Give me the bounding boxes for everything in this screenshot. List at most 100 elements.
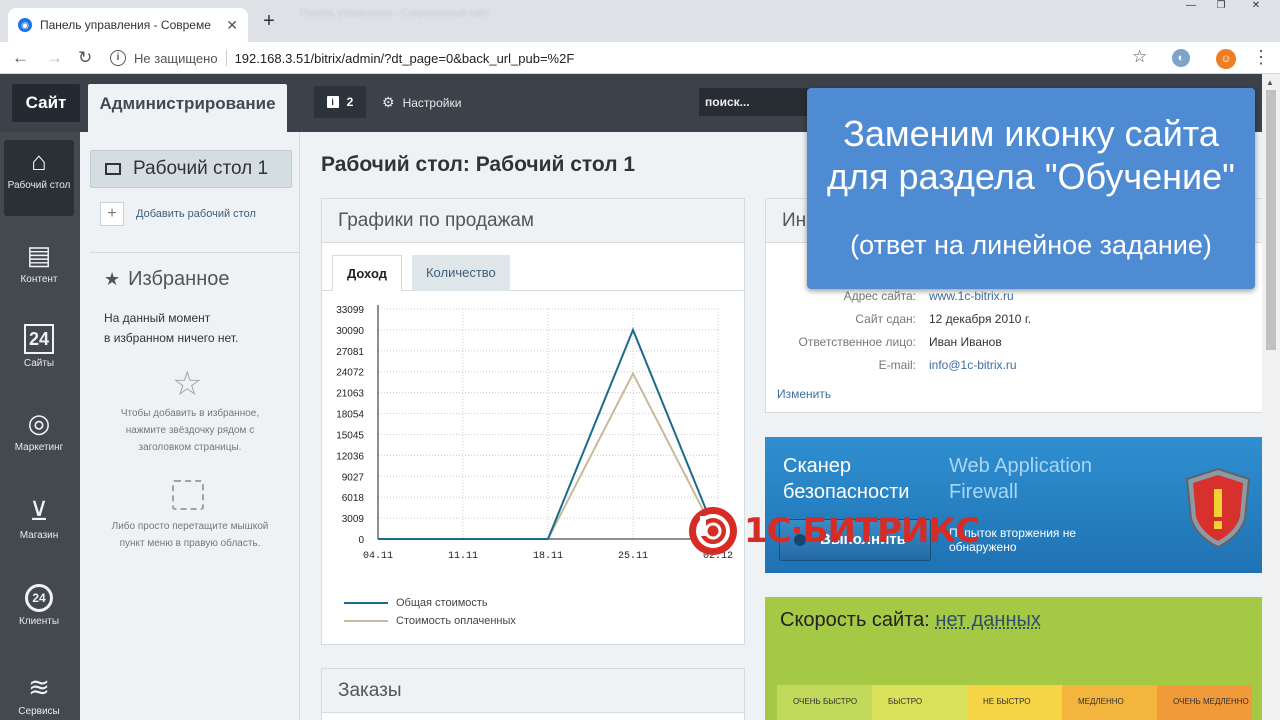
menu-item-marketing[interactable]: ◎ Маркетинг (4, 408, 74, 454)
x-tick-label: 04.11 (363, 551, 393, 562)
notifications-button[interactable]: i 2 (314, 86, 366, 118)
y-tick-label: 24072 (336, 368, 364, 379)
calendar-24-icon: 24 (24, 324, 54, 354)
waf-title-line2: Firewall (949, 481, 1018, 503)
new-tab-button[interactable]: + (256, 10, 282, 34)
x-tick-label: 18.11 (533, 551, 563, 562)
reload-icon[interactable]: ↻ (78, 48, 92, 68)
browser-menu-icon[interactable]: ⋮ (1252, 47, 1270, 68)
favorites-hint: Чтобы добавить в избранное, нажмите звёз… (120, 408, 260, 453)
menu-item-clients[interactable]: 24 Клиенты (4, 584, 74, 628)
forward-icon[interactable]: → (46, 48, 63, 68)
favorites-label: Избранное (128, 268, 230, 290)
page-title: Рабочий стол: Рабочий стол 1 (321, 153, 636, 176)
sales-widget-title: Графики по продажам (322, 199, 744, 243)
sales-chart-widget: Графики по продажам Доход Количество 0 30… (321, 198, 745, 645)
speed-value-link[interactable]: нет данных (935, 609, 1040, 631)
info-value: 12 декабря 2010 г. (929, 312, 1032, 326)
favorites-empty-line1: На данный момент (104, 311, 211, 325)
y-tick-label: 3009 (342, 514, 365, 525)
y-tick-label: 33099 (336, 305, 364, 316)
info-value: Иван Иванов (929, 335, 1002, 349)
add-desktop-label: Добавить рабочий стол (136, 208, 256, 220)
settings-button[interactable]: ⚙ Настройки (382, 94, 461, 111)
add-desktop-link[interactable]: + Добавить рабочий стол (100, 202, 256, 226)
tab-income[interactable]: Доход (332, 255, 402, 291)
y-tick-label: 21063 (336, 389, 364, 400)
y-tick-label: 15045 (336, 430, 364, 441)
info-icon[interactable]: i (110, 50, 126, 66)
scroll-up-icon[interactable]: ▲ (1266, 78, 1274, 87)
close-tab-icon[interactable]: ✕ (226, 17, 238, 34)
basket-icon: ⊻ (29, 496, 49, 526)
clients-24-icon: 24 (25, 584, 53, 612)
scale-segment: НЕ БЫСТРО (967, 685, 1062, 720)
scale-segment: БЫСТРО (872, 685, 967, 720)
scale-segment: МЕДЛЕННО (1062, 685, 1157, 720)
info-value-link[interactable]: info@1c-bitrix.ru (929, 358, 1017, 372)
legend-label: Стоимость оплаченных (396, 615, 516, 627)
menu-item-services[interactable]: ≋ Сервисы (4, 672, 74, 718)
browser-tab[interactable]: ◉ Панель управления - Совреме ✕ (8, 8, 248, 42)
y-tick-label: 0 (358, 535, 364, 546)
url-separator (225, 50, 227, 66)
x-tick-label: 25.11 (618, 551, 648, 562)
notification-icon: i (326, 96, 339, 108)
admin-button[interactable]: Администрирование (88, 84, 287, 132)
extension-icon[interactable]: ◐ (1172, 49, 1190, 67)
minimize-icon[interactable]: — (1180, 0, 1202, 12)
site-button[interactable]: Сайт (12, 84, 80, 122)
favorites-empty-line2: в избранном ничего нет. (104, 331, 239, 345)
bitrix-logo-text: 1С·БИТРИКС (744, 511, 980, 551)
scanner-title: Сканер безопасности (783, 453, 909, 505)
settings-label: Настройки (402, 95, 462, 110)
y-tick-label: 9027 (342, 472, 365, 483)
orders-widget: Заказы (321, 668, 745, 720)
scale-segment: ОЧЕНЬ БЫСТРО (777, 685, 872, 720)
profile-icon[interactable]: ☺ (1216, 49, 1236, 69)
tab-quantity[interactable]: Количество (411, 255, 510, 291)
bookmark-star-icon[interactable]: ☆ (1132, 47, 1147, 67)
scanner-title-line1: Сканер (783, 455, 852, 477)
outline-star-icon: ☆ (172, 365, 203, 403)
notification-count: 2 (346, 95, 354, 109)
url-field[interactable]: i Не защищено 192.168.3.51/bitrix/admin/… (110, 45, 1160, 71)
scrollbar-thumb[interactable] (1266, 90, 1276, 350)
change-link[interactable]: Изменить (777, 387, 831, 401)
scrollbar[interactable]: ▲ (1262, 74, 1280, 720)
menu-label: Контент (20, 274, 58, 285)
info-key: Ответственное лицо: (798, 335, 916, 349)
y-tick-label: 6018 (342, 493, 365, 504)
legend-item-total: Общая стоимость (344, 597, 488, 609)
menu-item-sites[interactable]: 24 Сайты (4, 324, 74, 370)
drag-hint: Либо просто перетащите мышкой пункт меню… (111, 521, 269, 549)
favorites-empty-text: На данный момент в избранном ничего нет. (104, 308, 238, 348)
orders-widget-title: Заказы (322, 669, 744, 713)
menu-item-content[interactable]: ▤ Контент (4, 240, 74, 286)
info-value-link[interactable]: www.1c-bitrix.ru (929, 289, 1014, 303)
divider (90, 252, 300, 253)
y-tick-label: 12036 (336, 451, 364, 462)
y-tick-label: 18054 (336, 410, 364, 421)
desktop-1-button[interactable]: Рабочий стол 1 (90, 150, 292, 188)
menu-item-shop[interactable]: ⊻ Магазин (4, 496, 74, 542)
legend-item-paid: Стоимость оплаченных (344, 615, 516, 627)
drag-icon (172, 480, 204, 510)
tab-title: Панель управления - Совреме (40, 18, 211, 32)
waf-title: Web Application Firewall (949, 453, 1092, 505)
legend-swatch (344, 602, 388, 604)
bitrix-logo: 1С·БИТРИКС (688, 506, 980, 556)
desktops-panel: Рабочий стол 1 + Добавить рабочий стол ★… (80, 132, 300, 720)
plus-icon: + (100, 202, 124, 226)
home-icon: ⌂ (31, 146, 47, 176)
speed-scale: ОЧЕНЬ БЫСТРО БЫСТРО НЕ БЫСТРО МЕДЛЕННО О… (777, 685, 1252, 720)
back-icon[interactable]: ← (12, 48, 29, 68)
target-icon: ◎ (27, 408, 51, 438)
info-key: Сайт сдан: (855, 312, 916, 326)
shield-icon (1185, 467, 1251, 549)
maximize-icon[interactable]: ❐ (1210, 0, 1232, 12)
menu-item-desktop[interactable]: ⌂ Рабочий стол (4, 140, 74, 216)
chart-tabs: Доход Количество (332, 255, 510, 291)
background-tab-text: Панель управления - Современный сайт (300, 8, 490, 19)
close-window-icon[interactable]: ✕ (1245, 0, 1267, 12)
